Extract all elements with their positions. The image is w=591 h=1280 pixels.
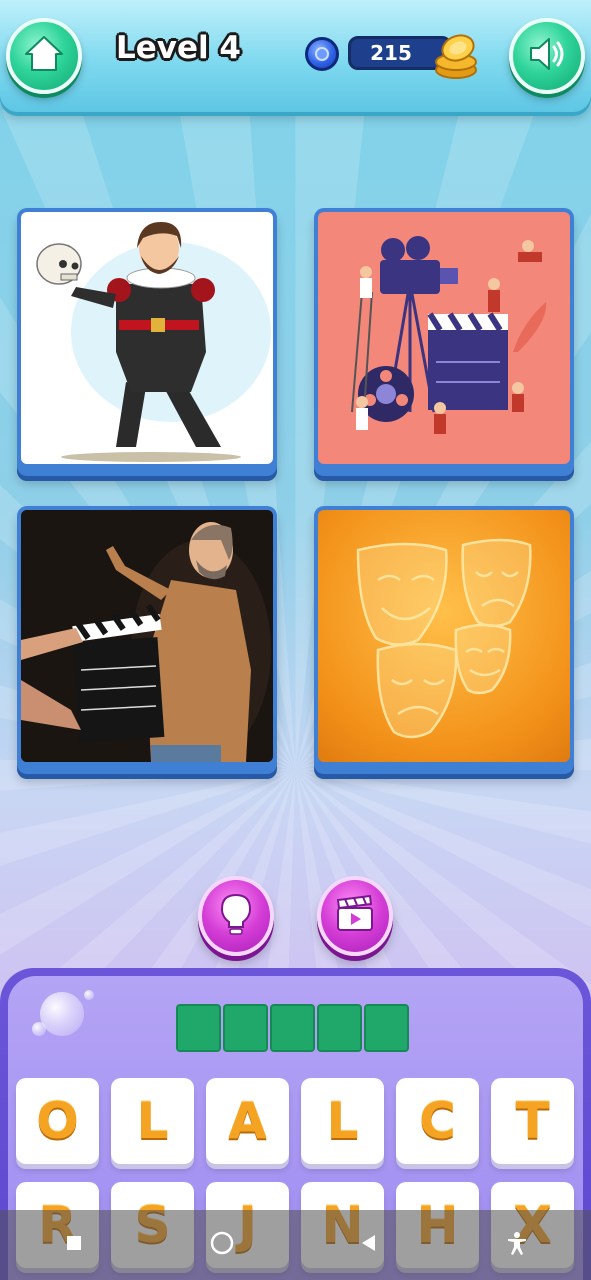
answer-slot[interactable] <box>223 1004 268 1052</box>
square-icon <box>65 1234 83 1256</box>
answer-slots <box>176 1004 409 1052</box>
bubble-decoration <box>84 990 94 1000</box>
picture-tile-3[interactable] <box>17 506 277 774</box>
lightbulb-icon <box>216 891 256 941</box>
answer-slot[interactable] <box>317 1004 362 1052</box>
circle-home-icon <box>209 1230 235 1260</box>
letter-key[interactable]: T <box>491 1078 574 1164</box>
system-nav-bar <box>0 1210 591 1280</box>
picture-tile-4[interactable] <box>314 506 574 774</box>
sound-button[interactable] <box>509 18 585 94</box>
answer-slot[interactable] <box>270 1004 315 1052</box>
recents-button[interactable] <box>54 1225 94 1265</box>
picture-tile-2[interactable] <box>314 208 574 476</box>
watch-video-button[interactable] <box>317 876 393 956</box>
film-crew-image <box>318 212 570 464</box>
answer-slot[interactable] <box>176 1004 221 1052</box>
video-clapper-icon <box>334 894 376 938</box>
speaker-icon <box>525 32 569 80</box>
answer-slot[interactable] <box>364 1004 409 1052</box>
letter-key[interactable]: L <box>111 1078 194 1164</box>
actor-on-stage-image <box>21 510 273 762</box>
coin-count: 215 <box>370 41 412 65</box>
theatre-masks-image <box>318 510 570 762</box>
back-button[interactable] <box>349 1225 389 1265</box>
bubble-decoration <box>32 1022 46 1036</box>
actor-with-skull-image <box>21 212 273 464</box>
letter-key[interactable]: C <box>396 1078 479 1164</box>
top-bar: Level 4 215 <box>0 0 591 112</box>
home-button[interactable] <box>6 18 82 94</box>
letter-key[interactable]: O <box>16 1078 99 1164</box>
triangle-back-icon <box>359 1233 379 1257</box>
hint-button[interactable] <box>198 876 274 956</box>
letter-key[interactable]: A <box>206 1078 289 1164</box>
coin-stack-icon <box>432 30 480 80</box>
accessibility-icon <box>506 1231 528 1259</box>
home-nav-button[interactable] <box>202 1225 242 1265</box>
level-title: Level 4 <box>116 30 241 66</box>
picture-tile-1[interactable] <box>17 208 277 476</box>
gem-icon <box>305 37 339 71</box>
bubble-decoration <box>40 992 84 1036</box>
letter-key[interactable]: L <box>301 1078 384 1164</box>
home-icon <box>22 32 66 80</box>
accessibility-button[interactable] <box>497 1225 537 1265</box>
